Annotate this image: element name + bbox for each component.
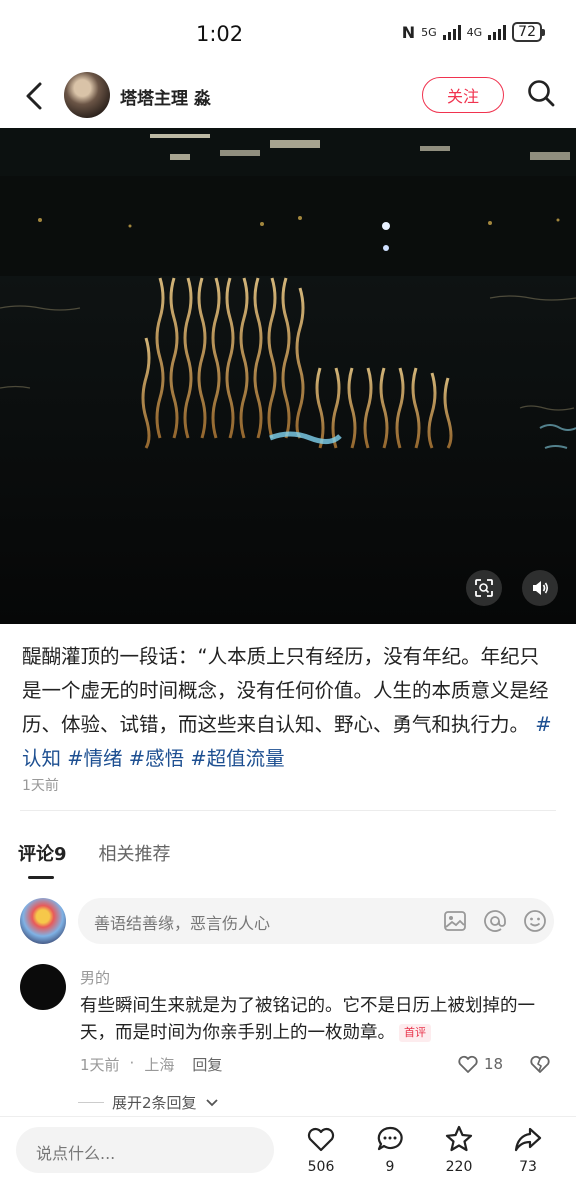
broken-heart-icon[interactable] — [528, 1052, 552, 1076]
favorite-button[interactable]: 220 — [431, 1123, 487, 1183]
comment-button[interactable]: 9 — [362, 1123, 418, 1183]
night-lake-image — [0, 128, 576, 624]
star-icon — [445, 1125, 473, 1152]
back-icon[interactable] — [20, 78, 50, 114]
hashtag[interactable]: #感悟 — [129, 747, 184, 770]
speaker-icon — [533, 581, 549, 595]
comment-meta: 1天前 · 上海 回复 — [80, 1054, 222, 1075]
heart-icon — [307, 1127, 335, 1152]
caption-text: 醍醐灌顶的一段话：“人本质上只有经历，没有年纪。年纪只是一个虚无的时间概念，没有… — [22, 645, 549, 736]
share-count: 73 — [519, 1159, 537, 1175]
signal-icon — [442, 24, 461, 40]
hashtag[interactable]: #情绪 — [67, 747, 122, 770]
comment-like-button[interactable]: 18 — [456, 1052, 503, 1076]
share-button[interactable]: 73 — [500, 1123, 556, 1183]
nfc-icon: N — [401, 22, 416, 42]
share-arrow-icon — [514, 1127, 542, 1152]
expand-replies[interactable]: 展开2条回复 — [78, 1092, 219, 1113]
status-time: 1:02 — [196, 22, 244, 46]
divider — [20, 810, 556, 811]
hashtag[interactable]: #超值流量 — [190, 747, 284, 770]
follow-button[interactable]: 关注 — [422, 77, 504, 113]
emoji-icon[interactable] — [522, 908, 548, 934]
post-video[interactable] — [0, 128, 576, 624]
comment-time: 1天前 — [80, 1056, 120, 1074]
say-something-placeholder: 说点什么... — [36, 1144, 116, 1163]
comment-input-placeholder: 善语结善缘，恶言伤人心 — [94, 914, 271, 933]
status-bar: 1:02 N 5G 4G 72 — [0, 0, 576, 66]
tab-related[interactable]: 相关推荐 — [99, 840, 171, 866]
comment-text: 有些瞬间生来就是为了被铭记的。它不是日历上被划掉的一天，而是时间为你亲手别上的一… — [80, 993, 556, 1047]
scan-button[interactable] — [466, 570, 502, 606]
search-icon[interactable] — [526, 78, 556, 108]
comment-dot: · — [129, 1054, 135, 1072]
comment-like-count: 18 — [484, 1055, 504, 1073]
comment-bubble-icon — [377, 1126, 403, 1151]
say-something-input[interactable]: 说点什么... — [16, 1127, 274, 1173]
status-icons: N 5G 4G 72 — [401, 22, 545, 42]
battery-icon: 72 — [512, 22, 545, 42]
expand-replies-label: 展开2条回复 — [112, 1094, 197, 1112]
network-4g-label: 4G — [466, 25, 483, 39]
signal-icon — [488, 24, 507, 40]
author-name[interactable]: 塔塔主理 淼 — [120, 84, 211, 109]
image-icon[interactable] — [442, 908, 468, 934]
mention-icon[interactable] — [482, 908, 508, 934]
bottom-action-bar: 说点什么... 506 9 220 73 — [0, 1116, 576, 1188]
favorite-count: 220 — [445, 1159, 473, 1175]
commenter-name[interactable]: 男的 — [80, 967, 110, 988]
scan-icon — [475, 579, 493, 597]
comment-input[interactable]: 善语结善缘，恶言伤人心 — [78, 898, 554, 944]
comment-location: 上海 — [144, 1056, 175, 1074]
comment-count: 9 — [385, 1159, 395, 1175]
commenter-avatar[interactable] — [20, 964, 66, 1010]
chevron-down-icon — [205, 1098, 218, 1106]
post-time: 1天前 — [22, 778, 59, 794]
current-user-avatar — [20, 898, 66, 944]
author-avatar[interactable] — [64, 72, 110, 118]
heart-icon — [458, 1055, 478, 1073]
post-header: 塔塔主理 淼 关注 — [0, 66, 576, 128]
post-caption: 醍醐灌顶的一段话：“人本质上只有经历，没有年纪。年纪只是一个虚无的时间概念，没有… — [22, 640, 556, 776]
volume-button[interactable] — [522, 570, 558, 606]
network-5g-label: 5G — [421, 25, 437, 39]
comment-tabs: 评论9 相关推荐 — [18, 840, 171, 879]
expand-line — [78, 1102, 104, 1103]
tab-comments[interactable]: 评论9 — [18, 840, 67, 879]
like-button[interactable]: 506 — [293, 1123, 349, 1183]
first-comment-badge: 首评 — [399, 1024, 431, 1042]
like-count: 506 — [307, 1159, 335, 1175]
comment-body: 有些瞬间生来就是为了被铭记的。它不是日历上被划掉的一天，而是时间为你亲手别上的一… — [80, 996, 535, 1043]
reply-button[interactable]: 回复 — [192, 1054, 222, 1075]
